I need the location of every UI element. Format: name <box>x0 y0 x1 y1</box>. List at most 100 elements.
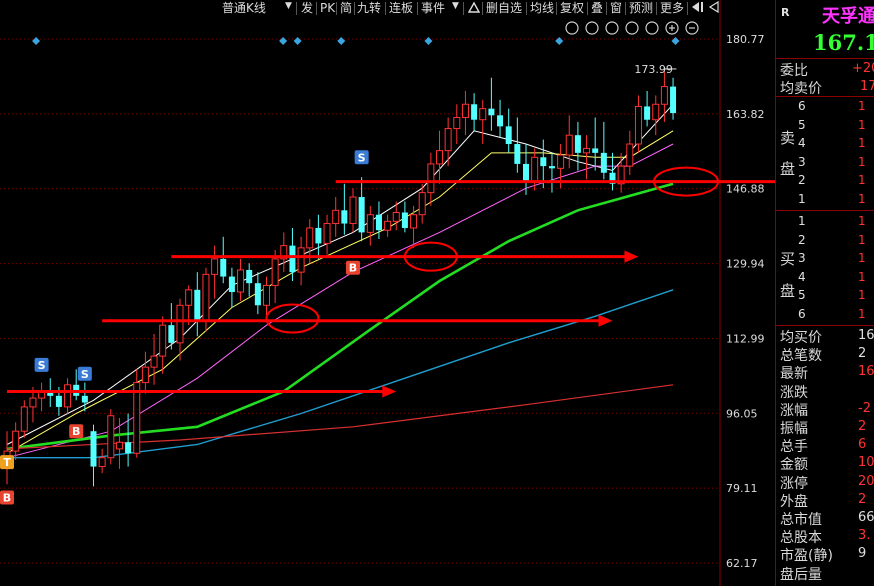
candle <box>90 424 97 487</box>
event-diamond <box>279 36 288 45</box>
y-tick-label: 62.17 <box>726 557 758 570</box>
sell-level-price: 1 <box>858 117 866 132</box>
chart-tools <box>565 21 699 35</box>
candle-body-down <box>90 431 97 467</box>
stat-value: 9 <box>858 546 867 562</box>
sell-level-row: 41 <box>776 136 874 154</box>
candle <box>107 409 115 465</box>
candle <box>280 232 288 273</box>
candle <box>583 135 591 180</box>
max-price-label-group: 173.99 <box>634 63 677 76</box>
avg-sell-label: 均卖价 <box>780 81 822 97</box>
stock-name[interactable]: 天孚通信 <box>822 2 874 28</box>
candle <box>436 130 443 184</box>
stat-label: 外盘 <box>780 493 808 510</box>
candle-body-down <box>341 210 348 224</box>
annotation-arrow <box>335 180 775 184</box>
candle <box>479 99 487 145</box>
zoom-in-icon[interactable] <box>665 21 679 35</box>
candle <box>410 205 418 248</box>
annotations <box>7 166 775 398</box>
sell-level-number: 6 <box>798 99 806 113</box>
candle <box>358 177 365 242</box>
current-price: 167.1 <box>813 30 874 55</box>
candle <box>254 272 261 315</box>
candle <box>228 267 235 308</box>
candle-body-down <box>514 144 521 164</box>
candle <box>20 400 28 438</box>
candle-body-up <box>237 269 245 293</box>
candle-body-up <box>332 209 340 225</box>
buy-level-price: 1 <box>858 232 866 247</box>
kline-chart[interactable]: 180.77 163.82 146.88 129.94 112.99 96.05 79.11… <box>0 0 775 586</box>
candle <box>427 152 435 206</box>
stat-label: 市盈(静) <box>780 548 833 565</box>
candle-body-down <box>358 197 365 233</box>
candle-body-down <box>574 135 581 153</box>
event-diamond <box>555 36 564 45</box>
candle <box>514 117 521 173</box>
candle <box>574 121 581 171</box>
undo-icon-shape <box>605 21 619 35</box>
hand-icon[interactable] <box>585 21 599 35</box>
redo-icon-shape <box>625 21 639 35</box>
redo-icon[interactable] <box>625 21 639 35</box>
candle <box>38 382 46 412</box>
candle <box>401 201 408 233</box>
stat-row: 振幅 2 <box>776 418 874 437</box>
candle-body-down <box>600 152 607 173</box>
stat-label: 总手 <box>780 439 808 456</box>
undo-icon[interactable] <box>605 21 619 35</box>
candle <box>297 236 305 286</box>
candle-body-up <box>392 212 400 222</box>
candle-body-up <box>366 214 374 233</box>
candle <box>461 91 469 136</box>
candle-body-down <box>55 395 62 407</box>
candle-body-down <box>523 163 529 182</box>
buy-level-price: 1 <box>858 288 866 302</box>
candle <box>600 121 607 180</box>
candle <box>150 334 158 385</box>
signal-label: B <box>3 491 11 504</box>
signal-label: S <box>81 368 89 381</box>
candle-body-up <box>12 430 20 452</box>
ma10-line <box>6 130 674 454</box>
event-diamond <box>337 36 346 45</box>
stat-label: 总笔数 <box>780 348 822 365</box>
y-tick-label: 146.88 <box>726 183 765 196</box>
candle <box>634 95 642 153</box>
buy-level-number: 6 <box>798 306 806 321</box>
annotation-arrow-head <box>598 314 613 327</box>
zoom-out-icon[interactable] <box>685 21 699 35</box>
candle-body-down <box>505 126 512 145</box>
scissors-icon[interactable] <box>645 21 659 35</box>
buy-level-number: 4 <box>798 269 806 284</box>
moving-average-lines <box>6 103 674 459</box>
buy-level-price: 1 <box>858 306 866 321</box>
candle-body-down <box>497 115 504 127</box>
y-axis: 180.77 163.82 146.88 129.94 112.99 96.05 79.11… <box>726 33 765 570</box>
stat-row: 涨停 20 <box>776 473 874 492</box>
candle-body-up <box>115 441 123 450</box>
buy-level-row: 41 <box>776 270 874 288</box>
candle-body-up <box>323 223 331 244</box>
buy-level-row: 21 <box>776 233 874 251</box>
stat-value: 660 <box>858 510 874 525</box>
candle-body-down <box>168 325 175 343</box>
stat-row: 金额 10. <box>776 454 874 473</box>
buy-level-number: 2 <box>798 232 806 247</box>
candle-body-up <box>453 117 461 130</box>
divider <box>776 96 874 97</box>
candle-body-down <box>125 442 132 454</box>
sell-level-price: 1 <box>858 173 866 187</box>
candle <box>323 214 331 255</box>
candle <box>609 152 616 191</box>
candle-body-up <box>306 227 314 249</box>
stat-label: 盘后量 <box>780 566 822 583</box>
y-tick-label: 96.05 <box>726 407 758 420</box>
eye-icon[interactable] <box>565 21 579 35</box>
candle <box>444 117 452 167</box>
y-tick-label: 163.82 <box>726 108 765 121</box>
stat-row: 涨幅 -2 <box>776 400 874 419</box>
candle-body-up <box>436 150 443 165</box>
